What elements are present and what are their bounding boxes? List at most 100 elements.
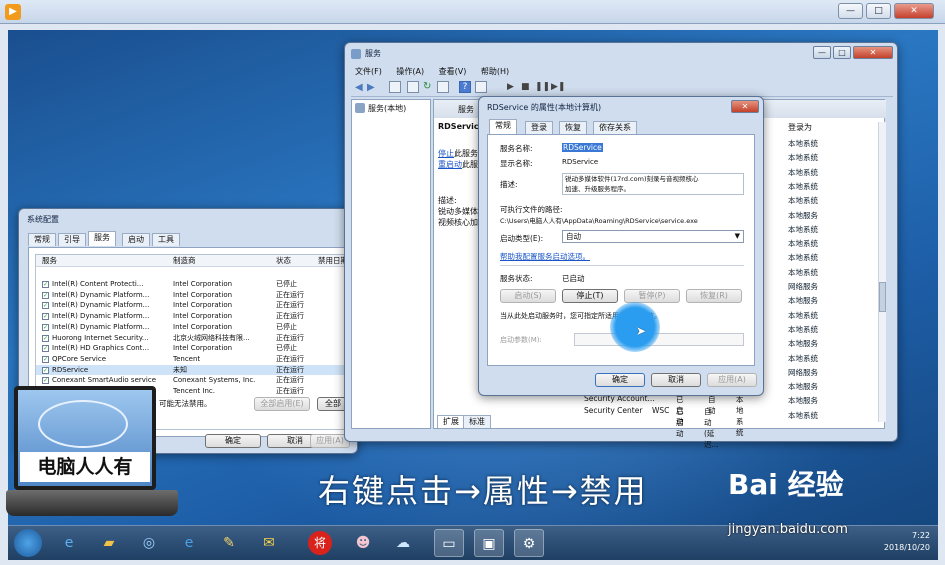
menu-action[interactable]: 操作(A) [396, 67, 424, 76]
help-icon[interactable]: ? [459, 81, 471, 93]
tab-logon[interactable]: 登录 [525, 121, 553, 134]
start-params-input[interactable] [574, 333, 744, 346]
logon-cell[interactable]: 本地服务 [788, 294, 878, 308]
logon-cell[interactable]: 本地系统 [788, 180, 878, 194]
restart-service-link[interactable]: 重启动 [438, 160, 462, 169]
properties-icon[interactable] [407, 81, 419, 93]
msconfig-service-row[interactable]: ✓ Intel(R) Dynamic Platform... Intel Corpo… [36, 290, 350, 301]
services-maximize-button[interactable]: □ [833, 46, 851, 59]
col-status[interactable]: 状态 [276, 255, 291, 266]
gear-icon[interactable]: ⚙ [514, 529, 544, 557]
exe-path-value[interactable]: C:\Users\电脑人人有\AppData\Roaming\RDService… [500, 215, 698, 225]
system-clock[interactable]: 7:22 2018/10/20 [884, 530, 930, 554]
monitor-icon[interactable]: ▣ [474, 529, 504, 557]
chat-icon[interactable]: ✉ [254, 529, 284, 557]
tab-standard[interactable]: 标准 [463, 415, 491, 428]
logon-cell[interactable]: 本地系统 [788, 194, 878, 208]
stop-service-icon[interactable]: ■ [521, 82, 530, 92]
start-service-icon[interactable]: ▶ [507, 82, 514, 92]
logon-header[interactable]: 登录为 [788, 122, 812, 133]
restart-service-icon[interactable]: ▶❚ [551, 82, 565, 92]
msconfig-service-row[interactable]: ✓ QPCore Service Tencent 正在运行 [36, 354, 350, 365]
start-orb-icon[interactable] [14, 529, 42, 557]
refresh-icon[interactable]: ↻ [423, 81, 431, 92]
service-checkbox[interactable]: ✓ [42, 313, 49, 321]
col-service[interactable]: 服务 [42, 255, 57, 266]
logon-cell[interactable]: 本地服务 [788, 337, 878, 351]
display-name-value[interactable]: RDService [562, 158, 598, 166]
console-tree-icon[interactable] [389, 81, 401, 93]
msconfig-service-row[interactable]: ✓ Intel(R) Content Protecti... Intel Corpo… [36, 279, 350, 290]
logon-cell[interactable]: 本地系统 [788, 323, 878, 337]
col-maker[interactable]: 制造商 [173, 255, 196, 266]
service-checkbox[interactable]: ✓ [42, 334, 49, 342]
screen-icon[interactable]: ▭ [434, 529, 464, 557]
app-circle-icon[interactable]: ◎ [134, 529, 164, 557]
player-close-button[interactable]: ✕ [894, 3, 934, 19]
msconfig-tab-startup[interactable]: 启动 [122, 233, 150, 246]
tab-dependencies[interactable]: 依存关系 [593, 121, 637, 134]
services-close-button[interactable]: ✕ [853, 46, 893, 59]
paint-icon[interactable]: ✎ [214, 529, 244, 557]
logon-cell[interactable]: 本地系统 [788, 266, 878, 280]
msconfig-tab-services[interactable]: 服务 [88, 231, 116, 246]
export-icon[interactable] [437, 81, 449, 93]
start-button[interactable]: 启动(S) [500, 289, 556, 303]
stop-service-link[interactable]: 停止 [438, 149, 454, 158]
service-checkbox[interactable]: ✓ [42, 345, 49, 353]
player-maximize-button[interactable]: □ [866, 3, 891, 19]
cloud-icon[interactable]: ☁ [388, 529, 418, 557]
service-name-value[interactable]: RDService [562, 143, 603, 152]
logon-cell[interactable]: 本地系统 [788, 166, 878, 180]
dialog-ok-button[interactable]: 确定 [595, 373, 645, 387]
services-minimize-button[interactable]: — [813, 46, 831, 59]
tree-item-services-local[interactable]: 服务(本地) [368, 103, 406, 114]
pause-button[interactable]: 暂停(P) [624, 289, 680, 303]
logon-cell[interactable]: 本地系统 [788, 309, 878, 323]
view-icon[interactable] [475, 81, 487, 93]
tab-recovery[interactable]: 恢复 [559, 121, 587, 134]
ie-icon[interactable]: e [54, 529, 84, 557]
tab-extended[interactable]: 扩展 [437, 415, 465, 428]
back-arrow-icon[interactable]: ◀ [355, 82, 363, 93]
jiang-icon[interactable]: 将 [308, 531, 332, 555]
logon-cell[interactable]: 网络服务 [788, 280, 878, 294]
msconfig-service-row[interactable]: ✓ Intel(R) Dynamic Platform... Intel Corpo… [36, 322, 350, 333]
logon-cell[interactable]: 本地系统 [788, 352, 878, 366]
face-icon[interactable]: ☻ [348, 529, 378, 557]
logon-cell[interactable]: 本地服务 [788, 380, 878, 394]
logon-cell[interactable]: 本地系统 [788, 151, 878, 165]
msconfig-service-row[interactable]: ✓ Intel(R) Dynamic Platform... Intel Corpo… [36, 300, 350, 311]
logon-cell[interactable]: 本地服务 [788, 209, 878, 223]
logon-cell[interactable]: 本地系统 [788, 137, 878, 151]
dialog-close-button[interactable]: ✕ [731, 100, 759, 113]
logon-cell[interactable]: 网络服务 [788, 366, 878, 380]
ie2-icon[interactable]: e [174, 529, 204, 557]
service-checkbox[interactable]: ✓ [42, 323, 49, 331]
enable-all-button[interactable]: 全部启用(E) [254, 397, 310, 411]
service-checkbox[interactable]: ✓ [42, 291, 49, 299]
msconfig-service-row[interactable]: ✓ Intel(R) Dynamic Platform... Intel Corpo… [36, 311, 350, 322]
logon-cell[interactable]: 本地系统 [788, 237, 878, 251]
stop-button[interactable]: 停止(T) [562, 289, 618, 303]
logon-cell[interactable]: 本地系统 [788, 251, 878, 265]
folder-icon[interactable]: ▰ [94, 529, 124, 557]
msconfig-ok-button[interactable]: 确定 [205, 434, 261, 448]
services-scrollbar[interactable] [878, 122, 886, 422]
resume-button[interactable]: 恢复(R) [686, 289, 742, 303]
help-configure-link[interactable]: 帮助我配置服务启动选项。 [500, 251, 590, 262]
service-checkbox[interactable]: ✓ [42, 281, 49, 288]
logon-cell[interactable]: 本地系统 [788, 223, 878, 237]
service-checkbox[interactable]: ✓ [42, 355, 49, 363]
msconfig-tab-general[interactable]: 常规 [28, 233, 56, 246]
msconfig-tab-boot[interactable]: 引导 [58, 233, 86, 246]
description-box[interactable]: 锐动多媒体软件(17rd.com)刻录与音视频核心 加速、升级服务程序。 [562, 173, 744, 195]
player-minimize-button[interactable]: — [838, 3, 863, 19]
msconfig-service-row[interactable]: ✓ Intel(R) HD Graphics Cont... Intel Corpo… [36, 343, 350, 354]
service-checkbox[interactable]: ✓ [42, 377, 49, 385]
msconfig-service-row[interactable]: ✓ RDService 未知 正在运行 [36, 364, 350, 376]
menu-help[interactable]: 帮助(H) [481, 67, 509, 76]
startup-type-select[interactable]: 自动 ▼ [562, 230, 744, 243]
dialog-apply-button[interactable]: 应用(A) [707, 373, 757, 387]
row-security-center[interactable]: Security Center WSC 已启动 自动(延迟... [584, 406, 719, 449]
